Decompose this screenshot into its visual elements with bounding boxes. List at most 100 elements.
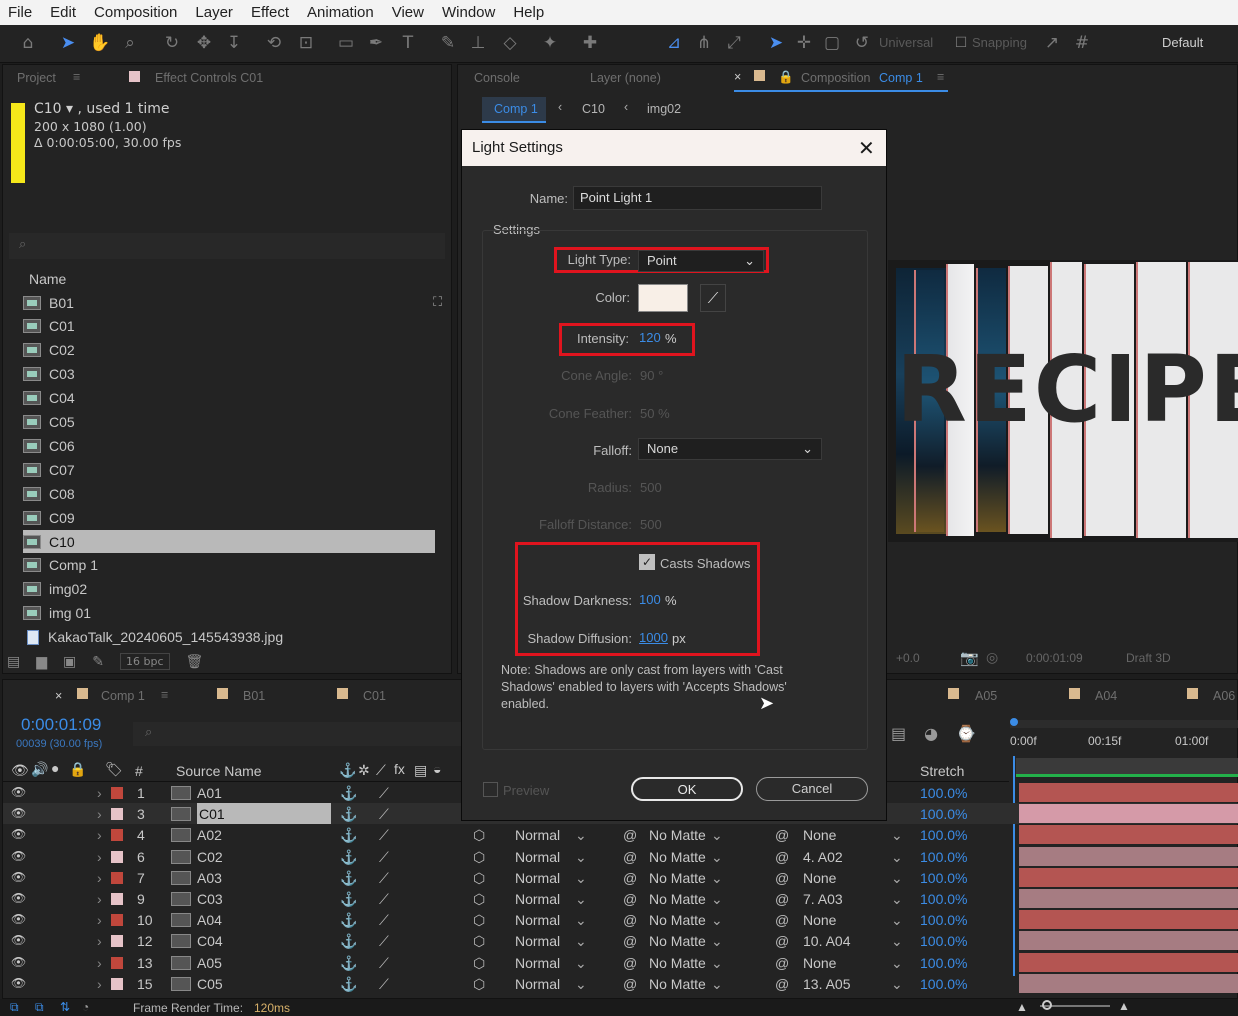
timeline-row[interactable]: 👁 › 6 C02 ⚓ ⟋ 100.0% ⬡ Normal ⌄ @ No Matte ⌄ @4. A02 ⌄ <box>3 846 1238 867</box>
shy-switch-icon[interactable]: ⚓ <box>340 806 357 823</box>
eye-icon[interactable]: 👁 <box>11 806 26 820</box>
shy-switch-icon[interactable]: ⚓ <box>340 955 357 972</box>
layer-name[interactable]: C01 <box>197 803 331 825</box>
cube-3d-icon[interactable]: ⬡ <box>473 976 485 993</box>
composition-viewer[interactable]: RECIPE <box>888 260 1238 542</box>
show-channel-icon[interactable]: ◎ <box>986 649 998 666</box>
effect-controls-tab[interactable]: Effect Controls C01 <box>155 71 263 85</box>
close-icon[interactable]: × <box>734 70 741 84</box>
pickwhip-icon[interactable]: @ <box>775 912 789 928</box>
blend-mode-dropdown[interactable]: Normal <box>515 933 560 949</box>
source-name-header[interactable]: Source Name <box>176 763 262 779</box>
light-type-dropdown[interactable]: Point ⌄ <box>638 250 764 272</box>
eye-icon[interactable]: 👁 <box>11 827 26 841</box>
menu-help[interactable]: Help <box>513 4 544 21</box>
quality-icon[interactable]: ⟋ <box>376 762 386 779</box>
menu-layer[interactable]: Layer <box>195 4 233 21</box>
layer-duration-bar[interactable] <box>1019 825 1238 845</box>
quality-switch-icon[interactable]: ⟋ <box>379 849 389 866</box>
track-matte-dropdown[interactable]: No Matte <box>649 933 706 949</box>
current-timecode[interactable]: 0:00:01:09 <box>21 715 101 735</box>
camera-icon[interactable]: 📷 <box>960 649 979 667</box>
label-color-chip[interactable] <box>111 935 123 948</box>
pickwhip-icon[interactable]: @ <box>775 870 789 886</box>
anchor-tool-icon[interactable]: ⊡ <box>294 31 318 55</box>
timeline-row[interactable]: 👁 › 4 A02 ⚓ ⟋ 100.0% ⬡ Normal ⌄ @ No Matte ⌄ @ None ⌄ <box>3 824 1238 845</box>
label-color-chip[interactable] <box>111 893 123 905</box>
expand-arrow-icon[interactable]: › <box>97 806 102 822</box>
graph-editor-icon[interactable]: ⌚ <box>956 724 976 743</box>
pickwhip-icon[interactable]: @ <box>775 849 789 865</box>
layer-name[interactable]: C02 <box>197 849 223 865</box>
cube-3d-icon[interactable]: ⬡ <box>473 827 485 844</box>
viewer-timecode[interactable]: 0:00:01:09 <box>1026 651 1083 665</box>
project-tab[interactable]: Project <box>17 71 56 85</box>
lock-icon[interactable]: 🔒 <box>69 761 86 778</box>
project-item[interactable]: Comp 1 <box>23 554 435 577</box>
layer-duration-bar[interactable] <box>1019 952 1238 972</box>
project-item[interactable]: img 01 <box>23 602 435 625</box>
collapse-icon[interactable]: ✲ <box>358 762 370 779</box>
expand-arrow-icon[interactable]: › <box>97 891 102 907</box>
project-item[interactable]: C07 <box>23 458 435 481</box>
motion-blur-icon[interactable]: ◕ <box>924 724 938 743</box>
eye-icon[interactable]: 👁 <box>11 785 26 799</box>
parent-dropdown[interactable]: None <box>803 912 836 928</box>
menu-edit[interactable]: Edit <box>50 4 76 21</box>
parent-dropdown[interactable]: 4. A02 <box>803 849 843 865</box>
shy-switch-icon[interactable]: ⚓ <box>340 891 357 908</box>
expand-arrow-icon[interactable]: › <box>97 955 102 971</box>
cancel-button[interactable]: Cancel <box>756 777 868 801</box>
pickwhip-icon[interactable]: @ <box>775 891 789 907</box>
project-item[interactable]: C08 <box>23 482 435 505</box>
universal-rotate-icon[interactable]: ↺ <box>850 31 874 55</box>
roto-brush-icon[interactable]: ✦ <box>538 31 562 55</box>
render-time-icon[interactable]: ◔ <box>82 1000 89 1014</box>
frame-blending-icon[interactable]: ▤ <box>891 724 906 743</box>
draft-3d-toggle[interactable]: Draft 3D <box>1126 651 1171 665</box>
timeline-tab-a06[interactable]: A06 <box>1213 689 1235 703</box>
type-tool-icon[interactable]: T <box>396 31 420 55</box>
parent-dropdown[interactable]: 10. A04 <box>803 933 851 949</box>
label-color-chip[interactable] <box>111 871 123 884</box>
shy-switch-icon[interactable]: ⚓ <box>340 976 357 993</box>
cube-3d-icon[interactable]: ⬡ <box>473 955 485 972</box>
label-color-chip[interactable] <box>111 808 123 821</box>
view-axis-icon[interactable]: ⤢ <box>722 31 746 55</box>
timeline-search-input[interactable]: ⌕ <box>133 722 463 746</box>
project-item[interactable]: C10 <box>23 530 435 553</box>
quality-switch-icon[interactable]: ⟋ <box>379 955 389 972</box>
snapping-checkbox[interactable]: ☐ <box>949 31 973 55</box>
audio-icon[interactable]: 🔊 <box>31 761 48 778</box>
breadcrumb-comp1[interactable]: Comp 1 <box>494 102 538 116</box>
casts-shadows-checkbox[interactable]: ✓ <box>639 554 655 570</box>
shy-icon[interactable]: ⚓ <box>339 762 356 779</box>
parent-dropdown[interactable]: None <box>803 870 836 886</box>
layer-tab[interactable]: Layer (none) <box>590 71 661 85</box>
layer-name[interactable]: A01 <box>197 785 222 801</box>
timeline-tab-a05[interactable]: A05 <box>975 689 997 703</box>
menu-view[interactable]: View <box>392 4 424 21</box>
world-axis-icon[interactable]: ⋔ <box>692 31 716 55</box>
layer-name[interactable]: A02 <box>197 827 222 843</box>
project-item[interactable]: C03 <box>23 363 435 386</box>
color-swatch[interactable] <box>638 284 688 312</box>
track-matte-dropdown[interactable]: No Matte <box>649 955 706 971</box>
timeline-row[interactable]: 👁 › 15 C05 ⚓ ⟋ 100.0% ⬡ Normal ⌄ @ No Matte ⌄ @13. A0… <box>3 973 1238 994</box>
cube-3d-icon[interactable]: ⬡ <box>473 849 485 866</box>
brush-tool-icon[interactable]: ✎ <box>436 31 460 55</box>
menu-window[interactable]: Window <box>442 4 495 21</box>
name-column-header[interactable]: Name <box>29 271 66 287</box>
timeline-row[interactable]: 👁 › 7 A03 ⚓ ⟋ 100.0% ⬡ Normal ⌄ @ No Matte ⌄ @ None ⌄ <box>3 867 1238 888</box>
cube-3d-icon[interactable]: ⬡ <box>473 933 485 950</box>
zoom-tool-icon[interactable]: ⌕ <box>118 31 142 55</box>
shy-switch-icon[interactable]: ⚓ <box>340 870 357 887</box>
layer-name[interactable]: C03 <box>197 891 223 907</box>
layer-duration-bar[interactable] <box>1019 804 1238 824</box>
quality-switch-icon[interactable]: ⟋ <box>379 891 389 908</box>
cube-3d-icon[interactable]: ⬡ <box>473 912 485 929</box>
modes-switch-icon[interactable]: ⧉ <box>35 1000 44 1015</box>
stretch-value[interactable]: 100.0% <box>920 891 967 907</box>
work-area-start-handle[interactable] <box>1010 718 1018 726</box>
timeline-row[interactable]: 👁 › 13 A05 ⚓ ⟋ 100.0% ⬡ Normal ⌄ @ No Matte ⌄ @ None ⌄ <box>3 952 1238 973</box>
